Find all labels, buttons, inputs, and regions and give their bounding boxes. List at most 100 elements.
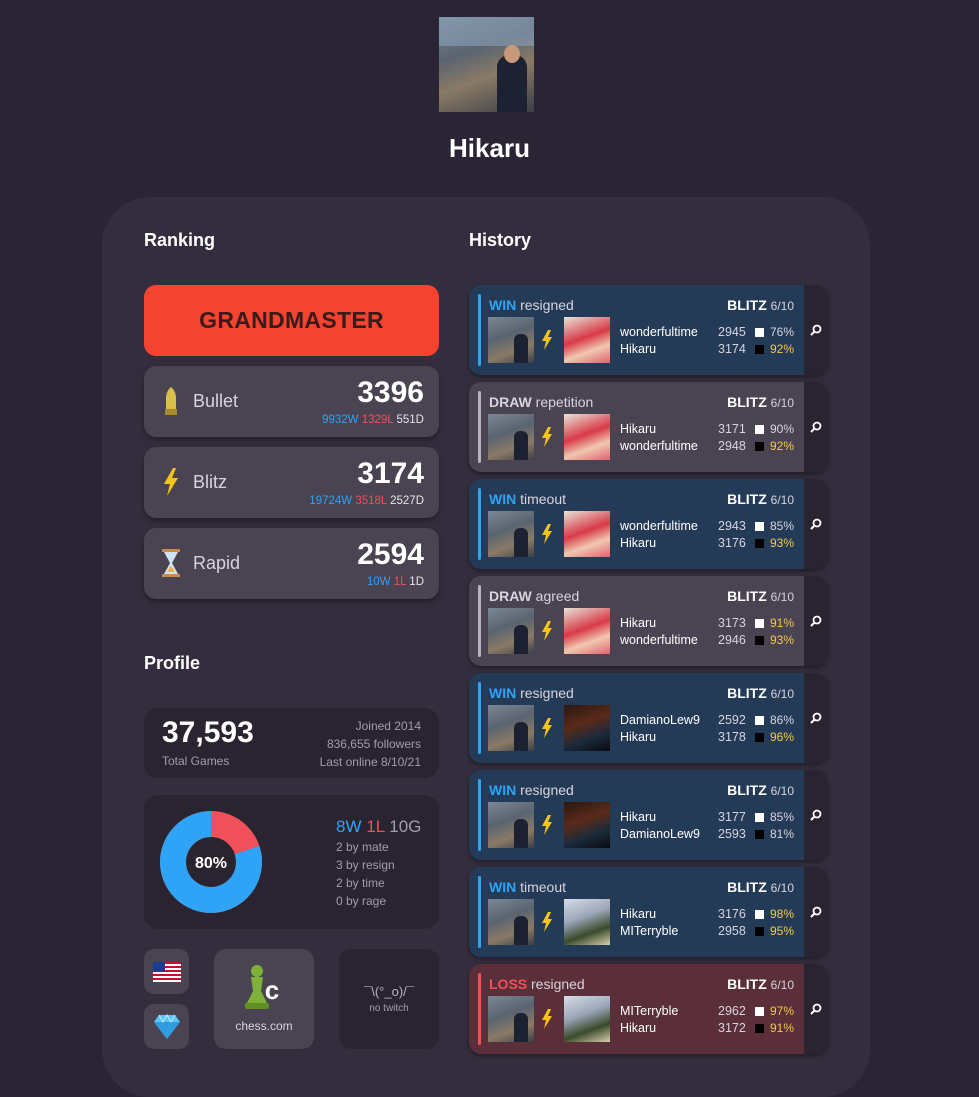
history-game-row[interactable]: LOSS resigned BLITZ 6/10 MITerryble 2962… — [469, 964, 828, 1054]
rating-rapid: Rapid 2594 10W 1L 1D — [144, 528, 439, 599]
analyze-game-button[interactable] — [804, 479, 828, 569]
lightning-icon — [542, 524, 552, 544]
player-name: Hikaru — [620, 907, 657, 921]
game-mode: BLITZ 6/10 — [727, 879, 794, 895]
white-piece-color-icon — [755, 619, 764, 628]
opponent-avatar — [564, 802, 610, 848]
analyze-game-button[interactable] — [804, 964, 828, 1054]
white-piece-color-icon — [755, 716, 764, 725]
player-avatar — [488, 996, 534, 1042]
search-icon — [810, 809, 822, 821]
opponent-avatar — [564, 996, 610, 1042]
game-mode: BLITZ 6/10 — [727, 394, 794, 410]
analyze-game-button[interactable] — [804, 770, 828, 860]
player-rating: 3177 — [718, 810, 746, 824]
player-rating: 3176 — [718, 536, 746, 550]
lightning-icon — [542, 718, 552, 738]
player-rating: 3178 — [718, 730, 746, 744]
premium-badge-button[interactable] — [144, 1004, 189, 1049]
result-indicator-bar — [478, 391, 481, 463]
chess-com-link[interactable]: c chess.com — [214, 949, 314, 1049]
lightning-icon — [542, 427, 552, 447]
search-icon — [810, 518, 822, 530]
result-indicator-bar — [478, 585, 481, 657]
player-accuracy: 90% — [770, 422, 795, 436]
black-piece-color-icon — [755, 345, 764, 354]
black-piece-color-icon — [755, 539, 764, 548]
game-result: WIN timeout — [489, 491, 567, 507]
history-game-row[interactable]: WIN timeout BLITZ 6/10 Hikaru 3176 98% M… — [469, 867, 828, 957]
analyze-game-button[interactable] — [804, 382, 828, 472]
player-rating: 3176 — [718, 907, 746, 921]
player-accuracy: 93% — [770, 633, 795, 647]
search-icon — [810, 906, 822, 918]
search-icon — [810, 324, 822, 336]
result-indicator-bar — [478, 876, 481, 948]
analyze-game-button[interactable] — [804, 576, 828, 666]
player-name: Hikaru — [620, 616, 657, 630]
player-name: Hikaru — [620, 536, 657, 550]
player-accuracy: 96% — [770, 730, 795, 744]
player-accuracy: 76% — [770, 325, 795, 339]
black-piece-color-icon — [755, 927, 764, 936]
black-piece-color-icon — [755, 636, 764, 645]
player-accuracy: 86% — [770, 713, 795, 727]
game-mode: BLITZ 6/10 — [727, 491, 794, 507]
result-indicator-bar — [478, 779, 481, 851]
white-piece-color-icon — [755, 813, 764, 822]
player-accuracy: 85% — [770, 519, 795, 533]
history-game-row[interactable]: DRAW repetition BLITZ 6/10 Hikaru 3171 9… — [469, 382, 828, 472]
history-game-row[interactable]: DRAW agreed BLITZ 6/10 Hikaru 3173 91% w… — [469, 576, 828, 666]
lightning-icon — [160, 465, 182, 499]
rating-name: Blitz — [193, 472, 228, 492]
black-piece-color-icon — [755, 1024, 764, 1033]
history-title: History — [469, 230, 532, 250]
stat-by-mate: 2 by mate — [336, 840, 389, 854]
ranking-title: Ranking — [144, 230, 216, 250]
history-game-row[interactable]: WIN resigned BLITZ 6/10 wonderfultime 29… — [469, 285, 828, 375]
player-rating: 2948 — [718, 439, 746, 453]
recent-record: 8W 1L 10G — [336, 817, 422, 836]
player-avatar — [488, 317, 534, 363]
player-name: Hikaru — [620, 810, 657, 824]
game-result: LOSS resigned — [489, 976, 585, 992]
analyze-game-button[interactable] — [804, 285, 828, 375]
player-name: DamianoLew9 — [620, 827, 700, 841]
player-rating: 2946 — [718, 633, 746, 647]
twitch-link[interactable]: ¯\(°_o)/¯ no twitch — [339, 949, 439, 1049]
hourglass-icon — [160, 546, 182, 580]
result-indicator-bar — [478, 682, 481, 754]
history-game-row[interactable]: WIN resigned BLITZ 6/10 DamianoLew9 2592… — [469, 673, 828, 763]
twitch-label: no twitch — [369, 1003, 409, 1014]
player-avatar — [488, 802, 534, 848]
player-name: wonderfultime — [620, 439, 698, 453]
player-name: Hikaru — [620, 342, 657, 356]
lightning-icon — [542, 815, 552, 835]
player-rating: 2945 — [718, 325, 746, 339]
black-piece-color-icon — [755, 733, 764, 742]
player-rating: 2592 — [718, 713, 746, 727]
player-avatar — [488, 705, 534, 751]
rating-blitz: Blitz 3174 19724W 3518L 2527D — [144, 447, 439, 518]
player-name: Hikaru — [620, 422, 657, 436]
white-piece-color-icon — [755, 910, 764, 919]
analyze-game-button[interactable] — [804, 867, 828, 957]
player-avatar — [488, 511, 534, 557]
rating-record: 9932W 1329L 551D — [322, 414, 424, 426]
game-result: WIN resigned — [489, 782, 574, 798]
opponent-avatar — [564, 899, 610, 945]
country-flag-button[interactable] — [144, 949, 189, 994]
player-name: wonderfultime — [620, 519, 698, 533]
win-rate-donut: 80% — [160, 811, 262, 913]
history-game-row[interactable]: WIN timeout BLITZ 6/10 wonderfultime 294… — [469, 479, 828, 569]
history-game-row[interactable]: WIN resigned BLITZ 6/10 Hikaru 3177 85% … — [469, 770, 828, 860]
analyze-game-button[interactable] — [804, 673, 828, 763]
game-result: DRAW repetition — [489, 394, 594, 410]
player-accuracy: 95% — [770, 924, 795, 938]
chess-com-label: chess.com — [235, 1019, 293, 1033]
shrug-emoticon: ¯\(°_o)/¯ — [364, 984, 414, 999]
player-avatar — [488, 608, 534, 654]
rating-value: 2594 — [357, 538, 424, 571]
result-indicator-bar — [478, 294, 481, 366]
search-icon — [810, 1003, 822, 1015]
